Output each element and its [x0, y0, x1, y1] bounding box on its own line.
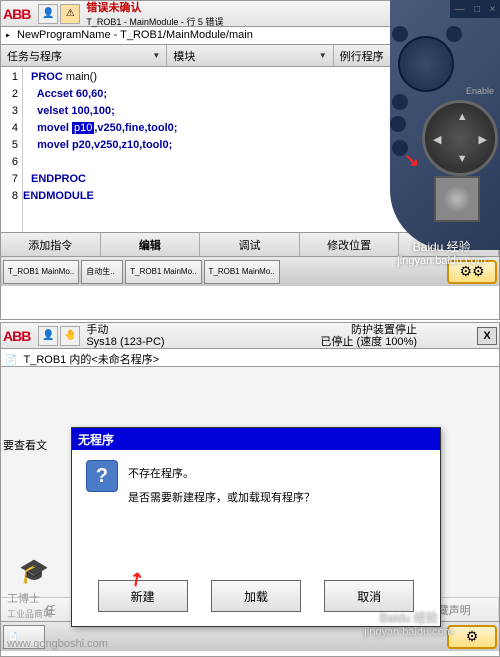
pendant-button-d[interactable]	[390, 116, 406, 132]
teach-pendant: — □ × Enable ▲ ▼ ◀ ▶ ↘	[390, 0, 500, 250]
user-icon[interactable]: 👤	[38, 4, 58, 24]
abb-logo-2: ABB	[3, 328, 30, 344]
abb-logo: ABB	[3, 6, 30, 22]
watermark-baidu-2: Baidu 经验 jingyan.baidu.com	[364, 609, 453, 638]
close-button-2[interactable]: X	[477, 327, 497, 345]
cancel-button[interactable]: 取消	[324, 580, 414, 612]
truncated-label: 要查看文	[3, 437, 47, 453]
load-button[interactable]: 加载	[211, 580, 301, 612]
bottom-window: ABB 👤🤚 手动防护装置停止 Sys18 (123-PC)已停止 (速度 10…	[0, 322, 500, 657]
tool-modify-position[interactable]: 修改位置	[300, 233, 400, 256]
red-arrow-annotation: ↘	[404, 150, 419, 171]
menu-module[interactable]: 模块▼	[167, 45, 333, 66]
question-icon: ?	[86, 460, 118, 492]
menu-task-program[interactable]: 任务与程序▼	[1, 45, 167, 66]
warning-icon[interactable]: ⚠	[60, 4, 80, 24]
pendant-button-a[interactable]	[392, 26, 408, 42]
maximize-icon[interactable]: □	[474, 4, 480, 15]
minimize-icon[interactable]: —	[455, 4, 465, 15]
line-gutter: 12345678	[1, 67, 23, 232]
close-icon[interactable]: ×	[489, 4, 495, 15]
titlebar-icons: 👤 ⚠	[38, 4, 80, 24]
user-icon-2[interactable]: 👤	[38, 326, 58, 346]
mode-icon[interactable]: 🤚	[60, 326, 80, 346]
gongboshi-logo: 🎓	[19, 557, 49, 586]
tool-edit[interactable]: 编辑	[101, 233, 201, 256]
pendant-button-c[interactable]	[392, 94, 408, 110]
pendant-window-controls: — □ ×	[450, 0, 500, 18]
gongboshi-url: www.gongboshi.com	[7, 638, 108, 650]
pendant-button-b[interactable]	[446, 26, 462, 42]
dialog-title: 无程序	[72, 428, 440, 450]
gongboshi-sub: 工业品商城	[7, 607, 52, 620]
joystick[interactable]: ▲ ▼ ◀ ▶	[422, 100, 498, 176]
task-tab-3[interactable]: T_ROB1 MainMo..	[125, 260, 201, 284]
enable-label: Enable	[466, 86, 494, 96]
gongboshi-brand: 工博士	[7, 590, 40, 606]
dialog-message: 不存在程序。 是否需要新建程序，或加载现有程序？	[128, 460, 426, 510]
task-tab-1[interactable]: T_ROB1 MainMo..	[3, 260, 79, 284]
gear-button-2[interactable]: ⚙	[447, 625, 497, 649]
chevron-down-icon: ▼	[319, 51, 327, 60]
chevron-down-icon: ▼	[152, 51, 160, 60]
task-tab-4[interactable]: T_ROB1 MainMo..	[204, 260, 280, 284]
pendant-dpad[interactable]	[398, 36, 454, 92]
watermark-baidu-1: Baidu 经验 jingyan.baidu.com	[397, 238, 486, 267]
program-path-2: 📄 T_ROB1 内的<未命名程序>	[1, 349, 499, 367]
tool-add-instruction[interactable]: 添加指令	[1, 233, 101, 256]
no-program-dialog: 无程序 ? 不存在程序。 是否需要新建程序，或加载现有程序？ 新建 加载 取消	[71, 427, 441, 627]
mode-dial[interactable]	[434, 176, 480, 222]
tool-debug[interactable]: 调试	[200, 233, 300, 256]
selected-token[interactable]: p10	[72, 122, 94, 134]
main-area: 要查看文 无程序 ? 不存在程序。 是否需要新建程序，或加载现有程序？ 新建 加…	[1, 367, 499, 597]
titlebar-2: ABB 👤🤚 手动防护装置停止 Sys18 (123-PC)已停止 (速度 10…	[1, 323, 499, 349]
task-tab-2[interactable]: 自动生..	[81, 260, 123, 284]
status-text: 手动防护装置停止 Sys18 (123-PC)已停止 (速度 100%)	[86, 324, 477, 348]
